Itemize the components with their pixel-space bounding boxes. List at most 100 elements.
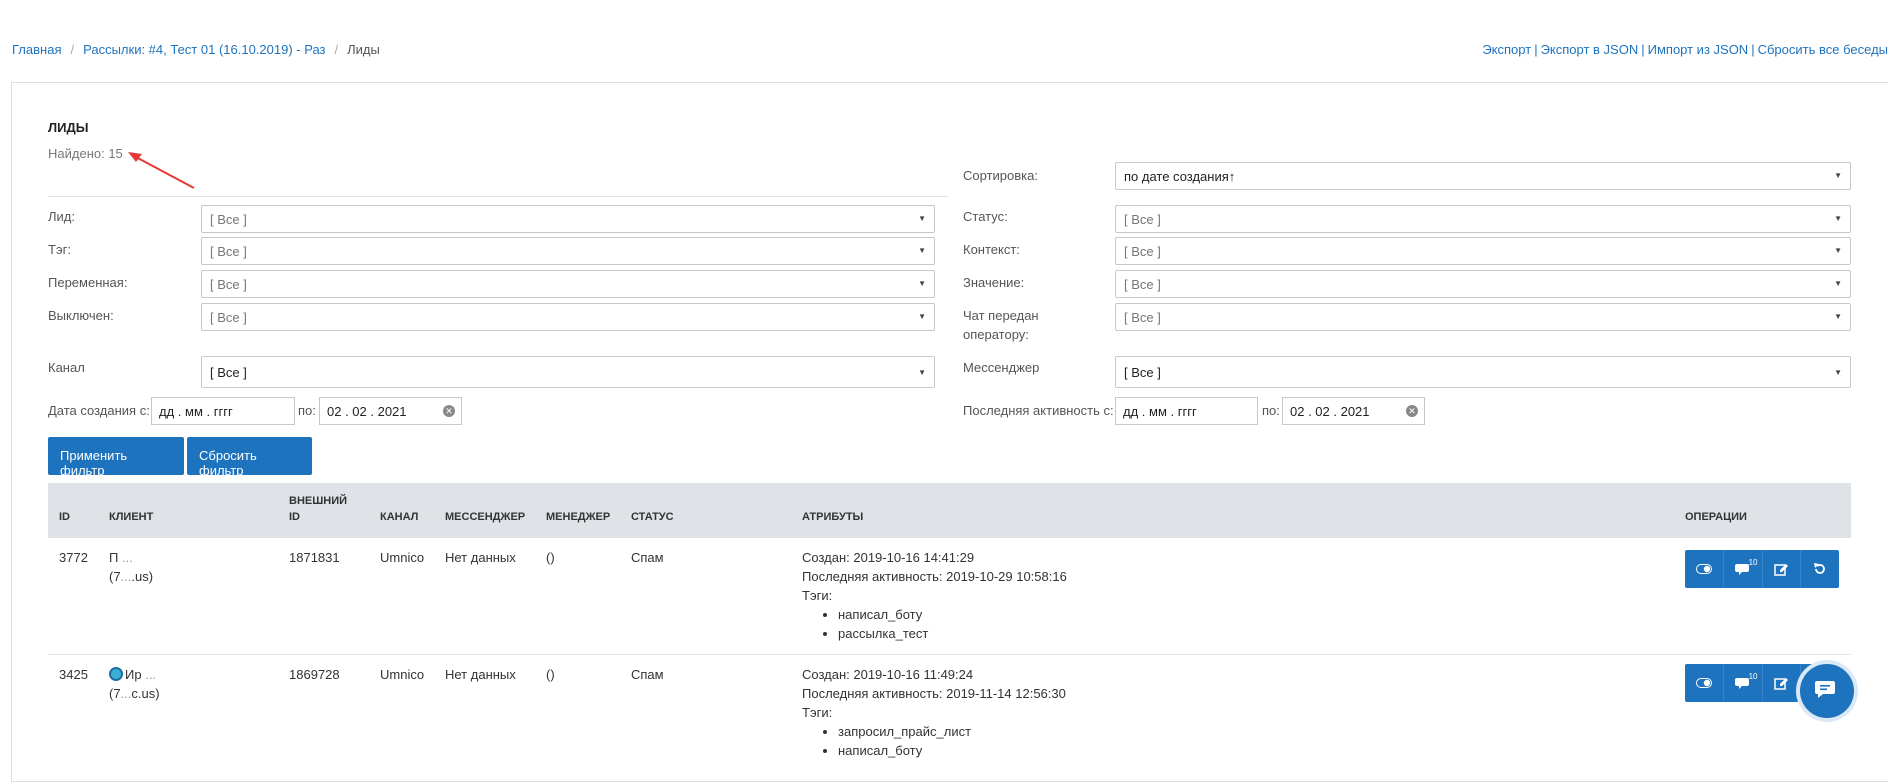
disabled-label: Выключен: <box>48 308 114 323</box>
tag-item: рассылка_тест <box>838 624 1067 643</box>
reset-chats-link[interactable]: Сбросить все беседы <box>1758 42 1888 57</box>
caret-down-icon: ▼ <box>1834 368 1842 377</box>
row-client[interactable]: П ... (7....us) <box>109 548 153 586</box>
caret-down-icon: ▼ <box>1834 171 1842 180</box>
comments-icon[interactable]: 10 <box>1724 550 1763 588</box>
client-phone: (7 <box>109 686 121 701</box>
breadcrumb-home[interactable]: Главная <box>12 42 61 57</box>
reset-filter-button[interactable]: Сбросить фильтр <box>187 437 312 478</box>
row-id: 3425 <box>59 667 88 682</box>
col-channel: КАНАЛ <box>380 511 419 523</box>
value-select[interactable]: [ Все ] ▼ <box>1115 270 1851 298</box>
client-name: П <box>109 550 119 565</box>
row-external-id: 1869728 <box>289 667 340 682</box>
toggle-icon[interactable] <box>1685 550 1724 588</box>
row-attributes: Создан: 2019-10-16 14:41:29 Последняя ак… <box>802 548 1067 643</box>
tag-item: написал_боту <box>838 605 1067 624</box>
breadcrumb: Главная / Рассылки: #4, Тест 01 (16.10.201… <box>12 42 380 57</box>
top-links: Экспорт | Экспорт в JSON | Импорт из JSON | Сб… <box>1482 42 1888 57</box>
reset-icon[interactable] <box>1801 550 1839 588</box>
value-select-value: [ Все ] <box>1124 277 1161 292</box>
messages-count: 10 <box>1748 672 1758 681</box>
col-attributes: АТРИБУТЫ <box>802 511 864 523</box>
table-row: 3772 П ... (7....us) 1871831 Umnico Нет … <box>48 538 1851 655</box>
import-json-link[interactable]: Импорт из JSON <box>1648 42 1749 57</box>
value-label: Значение: <box>963 275 1025 290</box>
status-select[interactable]: [ Все ] ▼ <box>1115 205 1851 233</box>
variable-label: Переменная: <box>48 275 128 290</box>
chat-operator-select-value: [ Все ] <box>1124 310 1161 325</box>
row-attributes: Создан: 2019-10-16 11:49:24 Последняя ак… <box>802 665 1066 760</box>
caret-down-icon: ▼ <box>918 279 926 288</box>
row-status: Спам <box>631 550 664 565</box>
page-title: ЛИДЫ <box>48 120 89 135</box>
status-label: Статус: <box>963 209 1008 224</box>
created-from-value: дд . мм . гггг <box>159 404 233 419</box>
col-external-id-line1: ВНЕШНИЙ <box>289 495 348 507</box>
lead-select[interactable]: [ Все ] ▼ <box>201 205 935 233</box>
chat-operator-select[interactable]: [ Все ] ▼ <box>1115 303 1851 331</box>
tag-label: Тэг: <box>48 242 71 257</box>
variable-select-value: [ Все ] <box>210 277 247 292</box>
created-from-input[interactable]: дд . мм . гггг <box>151 397 295 425</box>
activity-from-label: Последняя активность с: <box>963 403 1114 418</box>
tag-list: запросил_прайс_лист написал_боту <box>838 722 1066 760</box>
context-select-value: [ Все ] <box>1124 244 1161 259</box>
row-manager: () <box>546 550 555 565</box>
clear-icon[interactable]: ✕ <box>443 405 455 417</box>
attr-created: Создан: 2019-10-16 14:41:29 <box>802 550 975 565</box>
tag-select[interactable]: [ Все ] ▼ <box>201 237 935 265</box>
caret-down-icon: ▼ <box>918 214 926 223</box>
client-phone-tail: c.us) <box>131 686 160 701</box>
row-status: Спам <box>631 667 664 682</box>
comments-icon[interactable]: 10 <box>1724 664 1763 702</box>
sort-select[interactable]: по дате создания↑ ▼ <box>1115 162 1851 190</box>
variable-select[interactable]: [ Все ] ▼ <box>201 270 935 298</box>
client-phone-blurred: ... <box>120 569 132 584</box>
caret-down-icon: ▼ <box>918 246 926 255</box>
toggle-icon[interactable] <box>1685 664 1724 702</box>
context-select[interactable]: [ Все ] ▼ <box>1115 237 1851 265</box>
activity-to-input[interactable]: 02 . 02 . 2021 ✕ <box>1282 397 1425 425</box>
lead-label: Лид: <box>48 209 75 224</box>
created-to-value: 02 . 02 . 2021 <box>327 404 407 419</box>
edit-icon[interactable] <box>1763 550 1802 588</box>
created-to-input[interactable]: 02 . 02 . 2021 ✕ <box>319 397 462 425</box>
row-client[interactable]: Ир ... (7...c.us) <box>109 665 160 703</box>
attr-tags-label: Тэги: <box>802 588 833 603</box>
row-manager: () <box>546 667 555 682</box>
activity-from-input[interactable]: дд . мм . гггг <box>1115 397 1258 425</box>
channel-label: Канал <box>48 360 85 375</box>
activity-to-label: по: <box>1262 403 1280 418</box>
status-select-value: [ Все ] <box>1124 212 1161 227</box>
row-external-id: 1871831 <box>289 550 340 565</box>
created-from-label: Дата создания с: <box>48 403 150 418</box>
caret-down-icon: ▼ <box>1834 214 1842 223</box>
clear-icon[interactable]: ✕ <box>1406 405 1418 417</box>
breadcrumb-mailing[interactable]: Рассылки: #4, Тест 01 (16.10.2019) - Раз <box>83 42 325 57</box>
caret-down-icon: ▼ <box>1834 279 1842 288</box>
chat-icon[interactable] <box>1800 664 1854 718</box>
client-name-blurred: ... <box>145 667 157 682</box>
lead-select-value: [ Все ] <box>210 212 247 227</box>
channel-select[interactable]: [ Все ] ▼ <box>201 356 935 388</box>
export-json-link[interactable]: Экспорт в JSON <box>1541 42 1639 57</box>
disabled-select[interactable]: [ Все ] ▼ <box>201 303 935 331</box>
row-operations: 10 <box>1685 550 1839 588</box>
row-messenger: Нет данных <box>445 550 516 565</box>
col-id: ID <box>59 511 70 523</box>
top-bar: Главная / Рассылки: #4, Тест 01 (16.10.201… <box>0 0 1888 82</box>
messenger-select[interactable]: [ Все ] ▼ <box>1115 356 1851 388</box>
row-messenger: Нет данных <box>445 667 516 682</box>
client-phone-tail: .us) <box>131 569 154 584</box>
row-id: 3772 <box>59 550 88 565</box>
annotation-arrow-icon <box>128 152 195 189</box>
breadcrumb-current: Лиды <box>347 42 380 57</box>
caret-down-icon: ▼ <box>918 368 926 377</box>
edit-icon[interactable] <box>1763 664 1802 702</box>
apply-filter-button[interactable]: Применить фильтр <box>48 437 184 478</box>
divider <box>48 196 948 197</box>
activity-from-value: дд . мм . гггг <box>1123 404 1197 419</box>
export-link[interactable]: Экспорт <box>1482 42 1531 57</box>
messenger-label: Мессенджер <box>963 360 1040 375</box>
